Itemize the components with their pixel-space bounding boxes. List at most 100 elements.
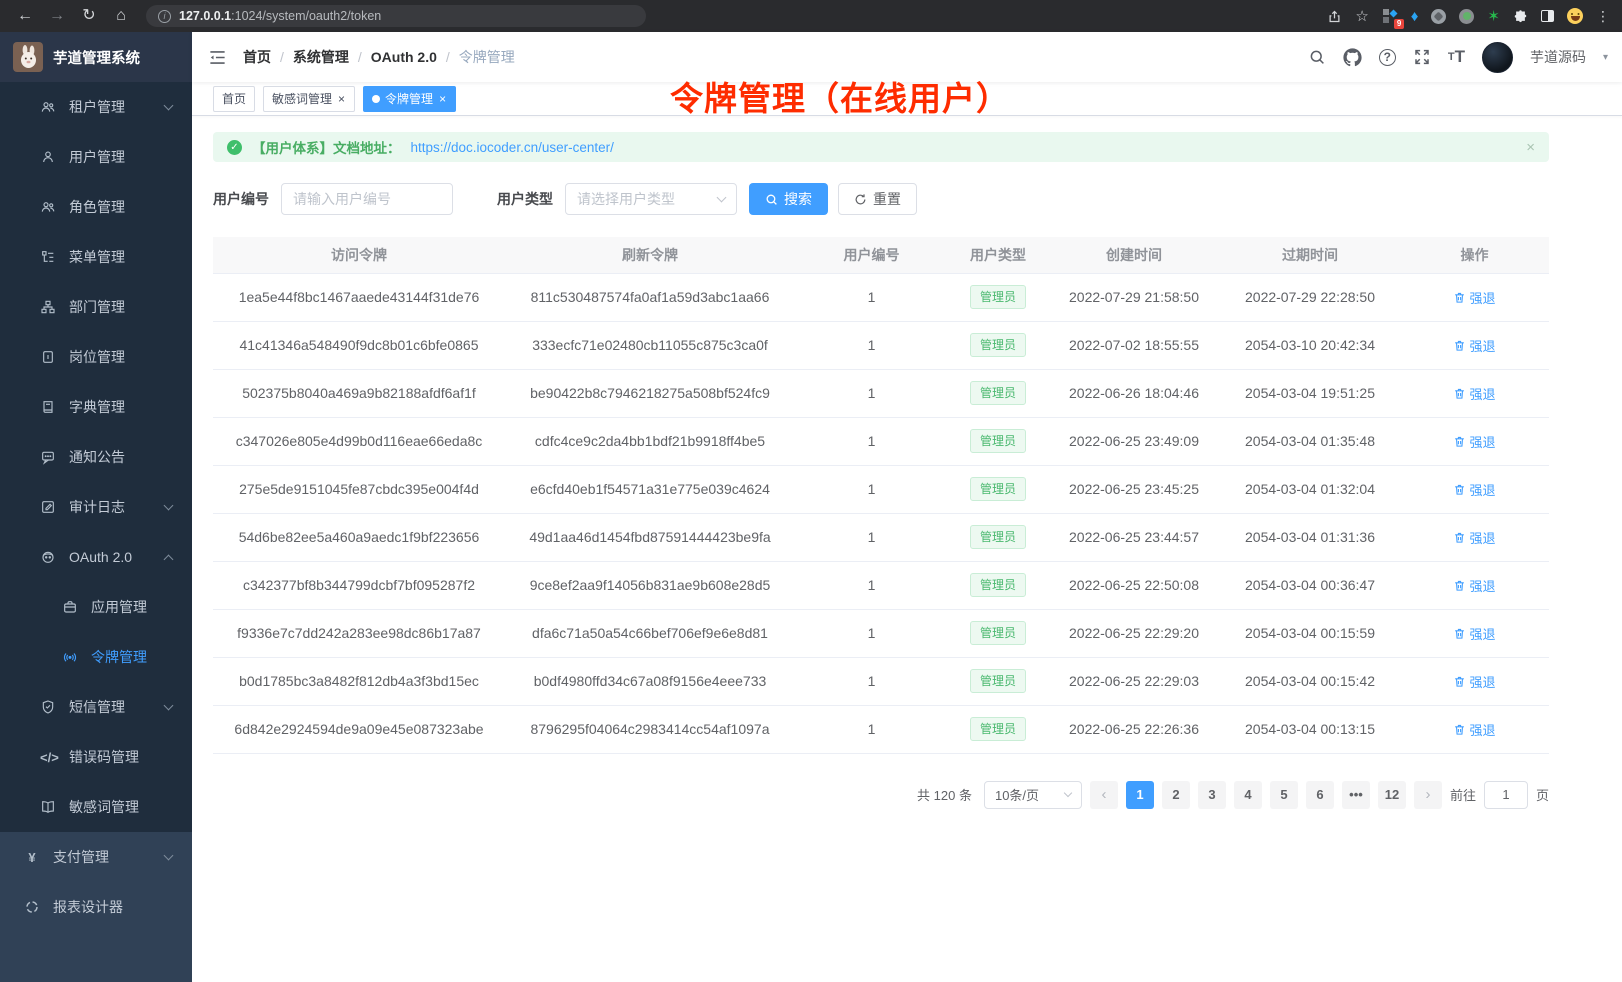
table-header-cell: 用户类型 — [948, 237, 1048, 273]
user-type-tag: 管理员 — [970, 717, 1026, 741]
force-logout-button[interactable]: 强退 — [1453, 576, 1495, 595]
extension-star-icon[interactable]: ✶ — [1487, 7, 1500, 25]
table-header-cell: 访问令牌 — [213, 237, 505, 273]
top-navbar: 首页 系统管理 OAuth 2.0 令牌管理 ? TT — [192, 32, 1622, 82]
force-logout-button[interactable]: 强退 — [1453, 336, 1495, 355]
goto-page-input[interactable] — [1484, 781, 1528, 809]
help-icon[interactable]: ? — [1379, 49, 1396, 66]
page-number-button[interactable]: 2 — [1162, 781, 1190, 809]
tab-item[interactable]: 首页 — [213, 86, 255, 112]
force-logout-button[interactable]: 强退 — [1453, 528, 1495, 547]
page-number-button[interactable]: 6 — [1306, 781, 1334, 809]
force-logout-button[interactable]: 强退 — [1453, 720, 1495, 739]
sidebar-item-pay[interactable]: ¥ 支付管理 — [0, 832, 192, 882]
reset-button[interactable]: 重置 — [838, 183, 917, 215]
browser-forward-icon[interactable]: → — [44, 0, 70, 32]
table-header-row: 访问令牌刷新令牌用户编号用户类型创建时间过期时间操作 — [213, 237, 1549, 273]
next-page-button[interactable]: › — [1414, 781, 1442, 809]
prev-page-button[interactable]: ‹ — [1090, 781, 1118, 809]
sidebar-item-sensitive[interactable]: 敏感词管理 — [0, 782, 192, 832]
sidebar-item-menu[interactable]: 菜单管理 — [0, 232, 192, 282]
address-bar[interactable]: i 127.0.0.1:1024/system/oauth2/token — [146, 5, 646, 27]
font-size-icon[interactable]: TT — [1448, 47, 1465, 67]
site-info-icon[interactable]: i — [158, 10, 171, 23]
sidebar-item-dept[interactable]: 部门管理 — [0, 282, 192, 332]
browser-reload-icon[interactable]: ↻ — [76, 0, 102, 32]
action-cell: 强退 — [1400, 561, 1549, 609]
breadcrumb-system[interactable]: 系统管理 — [293, 47, 371, 67]
force-logout-button[interactable]: 强退 — [1453, 672, 1495, 691]
browser-back-icon[interactable]: ← — [12, 0, 38, 32]
bookmark-star-icon[interactable]: ☆ — [1355, 7, 1368, 25]
sidebar-item-report[interactable]: 报表设计器 — [0, 882, 192, 932]
sidebar-item-oauth-app[interactable]: 应用管理 — [0, 582, 192, 632]
tab-item[interactable]: 令牌管理 × — [363, 86, 456, 112]
user-type-select[interactable]: 请选择用户类型 — [565, 183, 737, 215]
breadcrumb-current: 令牌管理 — [459, 47, 515, 67]
sidebar-item-tenant[interactable]: 租户管理 — [0, 82, 192, 132]
force-logout-button[interactable]: 强退 — [1453, 624, 1495, 643]
page-number-button[interactable]: 1 — [1126, 781, 1154, 809]
sidebar-item-oauth-token[interactable]: 令牌管理 — [0, 632, 192, 682]
username[interactable]: 芋道源码 — [1530, 47, 1586, 67]
extension-blocks-icon[interactable]: 9 — [1382, 8, 1398, 24]
page-number-button[interactable]: 4 — [1234, 781, 1262, 809]
page-size-select[interactable]: 10条/页 — [984, 781, 1082, 809]
sidebar-item-post[interactable]: 岗位管理 — [0, 332, 192, 382]
sidebar-collapse-icon[interactable] — [208, 48, 227, 67]
doc-link[interactable]: https://doc.iocoder.cn/user-center/ — [411, 140, 614, 155]
alert-text: 【用户体系】文档地址： — [252, 137, 401, 157]
total-count: 共 120 条 — [917, 785, 972, 804]
extension-recorder-icon[interactable] — [1459, 9, 1474, 24]
force-logout-button[interactable]: 强退 — [1453, 480, 1495, 499]
sidebar-item-role[interactable]: 角色管理 — [0, 182, 192, 232]
sidebar-item-dict[interactable]: 字典管理 — [0, 382, 192, 432]
search-button[interactable]: 搜索 — [749, 183, 828, 215]
breadcrumb-oauth[interactable]: OAuth 2.0 — [371, 49, 459, 65]
table-header-cell: 创建时间 — [1048, 237, 1220, 273]
force-logout-button[interactable]: 强退 — [1453, 432, 1495, 451]
sidebar-item-audit[interactable]: 审计日志 — [0, 482, 192, 532]
search-icon[interactable] — [1308, 48, 1326, 66]
app-logo[interactable]: 芋道管理系统 — [0, 32, 192, 82]
user-id-input[interactable] — [281, 183, 453, 215]
github-icon[interactable] — [1343, 48, 1362, 67]
user-type-cell: 管理员 — [948, 657, 1048, 705]
user-type-tag: 管理员 — [970, 429, 1026, 453]
sidebar-item-oauth[interactable]: OAuth 2.0 — [0, 532, 192, 582]
tab-close-icon[interactable]: × — [438, 93, 447, 105]
refresh-token-cell: dfa6c71a50a54c66bef706ef9e6e8d81 — [505, 609, 795, 657]
browser-menu-icon[interactable]: ⋮ — [1596, 8, 1610, 25]
chevron-down-icon — [164, 101, 174, 111]
audit-log-icon — [40, 499, 56, 515]
share-icon[interactable] — [1327, 9, 1342, 24]
chat-bubble-icon — [40, 449, 56, 465]
chevron-down-icon — [164, 851, 174, 861]
alert-close-icon[interactable]: × — [1526, 139, 1535, 156]
page-number-button[interactable]: 12 — [1378, 781, 1406, 809]
browser-toolbar: ← → ↻ ⌂ i 127.0.0.1:1024/system/oauth2/t… — [0, 0, 1622, 32]
force-logout-button[interactable]: 强退 — [1453, 288, 1495, 307]
tab-item[interactable]: 敏感词管理 × — [263, 86, 355, 112]
sidebar-item-user[interactable]: 用户管理 — [0, 132, 192, 182]
page-number-button[interactable]: 3 — [1198, 781, 1226, 809]
extension-command-icon[interactable] — [1431, 9, 1446, 24]
user-avatar[interactable] — [1482, 42, 1513, 73]
user-menu-caret-icon[interactable]: ▾ — [1603, 52, 1608, 63]
extensions-puzzle-icon[interactable] — [1513, 9, 1528, 24]
force-logout-button[interactable]: 强退 — [1453, 384, 1495, 403]
breadcrumb-home[interactable]: 首页 — [243, 47, 293, 67]
side-panel-icon[interactable] — [1541, 10, 1554, 22]
page-number-button[interactable]: 5 — [1270, 781, 1298, 809]
table-header-cell: 过期时间 — [1220, 237, 1400, 273]
sidebar-item-notice[interactable]: 通知公告 — [0, 432, 192, 482]
extension-gem-icon[interactable]: ♦ — [1411, 8, 1419, 25]
profile-avatar-icon[interactable] — [1567, 8, 1583, 24]
sidebar-item-sms[interactable]: 短信管理 — [0, 682, 192, 732]
page-number-button[interactable]: ••• — [1342, 781, 1370, 809]
user-type-cell: 管理员 — [948, 705, 1048, 753]
tab-close-icon[interactable]: × — [337, 93, 346, 105]
sidebar-item-errcode[interactable]: </> 错误码管理 — [0, 732, 192, 782]
fullscreen-icon[interactable] — [1413, 48, 1431, 66]
browser-home-icon[interactable]: ⌂ — [108, 0, 134, 32]
